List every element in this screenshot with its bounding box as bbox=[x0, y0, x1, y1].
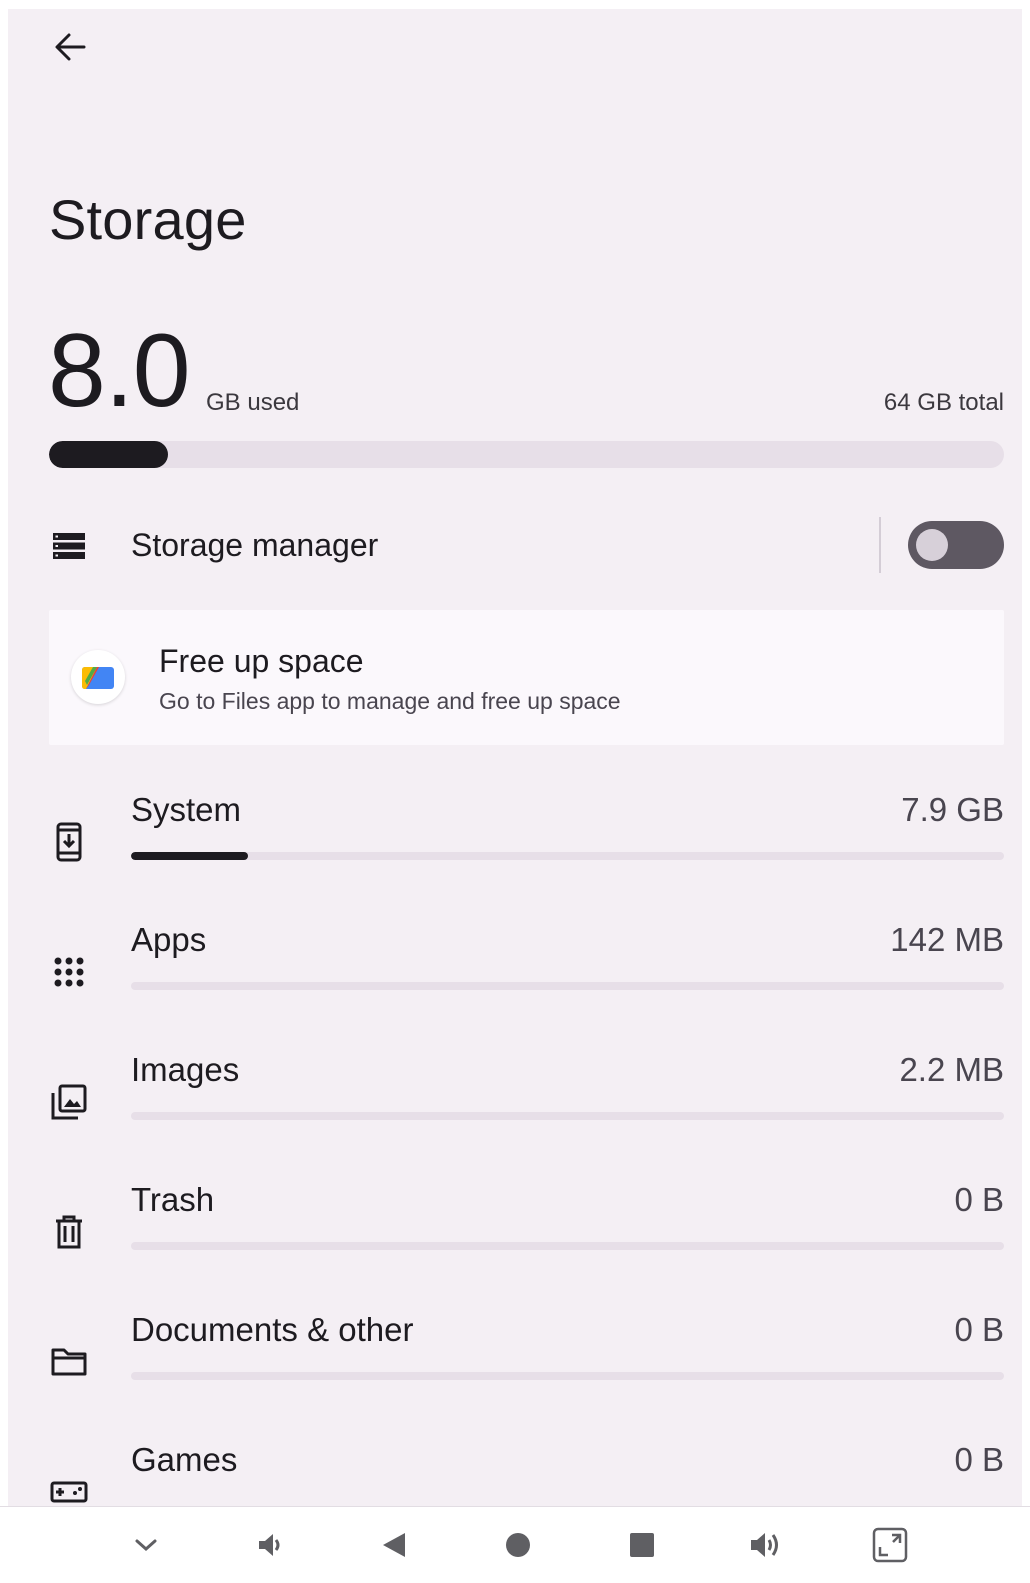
recents-square-icon bbox=[630, 1533, 654, 1557]
nav-recents-button[interactable] bbox=[620, 1523, 664, 1567]
page-title: Storage bbox=[49, 188, 247, 251]
divider bbox=[879, 517, 881, 573]
chevron-down-button[interactable] bbox=[124, 1523, 168, 1567]
category-usage-bar bbox=[131, 1372, 1004, 1380]
free-up-space-subtitle: Go to Files app to manage and free up sp… bbox=[159, 688, 621, 714]
category-usage-bar bbox=[131, 1112, 1004, 1120]
volume-down-icon bbox=[259, 1534, 280, 1556]
home-circle-icon bbox=[506, 1533, 530, 1557]
volume-up-button[interactable] bbox=[744, 1523, 788, 1567]
back-triangle-icon bbox=[383, 1533, 405, 1557]
category-row-trash[interactable]: Trash 0 B bbox=[8, 1171, 1022, 1301]
free-up-space-card[interactable]: Free up space Go to Files app to manage … bbox=[49, 610, 1004, 745]
category-size: 2.2 MB bbox=[899, 1051, 1004, 1088]
chevron-down-icon bbox=[135, 1539, 157, 1552]
category-label: Images bbox=[131, 1051, 240, 1088]
category-label: Trash bbox=[131, 1181, 215, 1218]
volume-up-icon bbox=[751, 1533, 778, 1557]
toggle-knob bbox=[916, 529, 948, 561]
arrow-back-icon bbox=[55, 33, 86, 61]
fullscreen-icon bbox=[872, 1527, 908, 1563]
category-usage-bar-fill bbox=[131, 852, 248, 860]
category-size: 0 B bbox=[954, 1441, 1004, 1478]
back-button[interactable] bbox=[48, 29, 92, 65]
storage-list-icon bbox=[46, 523, 92, 569]
system-navigation-bar bbox=[0, 1506, 1030, 1583]
gamepad-icon bbox=[46, 1469, 92, 1506]
total-usage-bar-fill bbox=[49, 441, 169, 468]
total-storage-label: 64 GB total bbox=[883, 389, 1004, 416]
category-label: Apps bbox=[131, 921, 207, 958]
apps-grid-icon bbox=[46, 949, 92, 995]
storage-manager-row[interactable]: Storage manager bbox=[8, 509, 1022, 585]
used-storage-unit: GB used bbox=[206, 389, 300, 416]
category-size: 0 B bbox=[954, 1181, 1004, 1218]
fullscreen-button[interactable] bbox=[868, 1523, 912, 1567]
nav-home-button[interactable] bbox=[496, 1523, 540, 1567]
category-size: 7.9 GB bbox=[901, 791, 1004, 828]
category-row-apps[interactable]: Apps 142 MB bbox=[8, 911, 1022, 1041]
total-usage-bar bbox=[49, 441, 1004, 468]
storage-manager-toggle[interactable] bbox=[908, 521, 1004, 569]
category-row-images[interactable]: Images 2.2 MB bbox=[8, 1041, 1022, 1171]
photo-library-icon bbox=[46, 1079, 92, 1125]
category-usage-bar bbox=[131, 1242, 1004, 1250]
settings-screen: Storage 8.0 GB used 64 GB total Storage … bbox=[8, 9, 1022, 1506]
volume-down-button[interactable] bbox=[248, 1523, 292, 1567]
category-row-system[interactable]: System 7.9 GB bbox=[8, 781, 1022, 911]
category-label: Games bbox=[131, 1441, 238, 1478]
system-update-icon bbox=[46, 819, 92, 865]
files-app-logo-icon bbox=[71, 650, 125, 704]
storage-manager-label: Storage manager bbox=[131, 527, 379, 563]
free-up-space-title: Free up space bbox=[159, 643, 364, 679]
folder-icon bbox=[46, 1339, 92, 1385]
trash-icon bbox=[46, 1209, 92, 1255]
category-size: 142 MB bbox=[890, 921, 1004, 958]
used-storage-value: 8.0 bbox=[48, 313, 191, 429]
category-row-games[interactable]: Games 0 B bbox=[8, 1431, 1022, 1506]
category-row-documents[interactable]: Documents & other 0 B bbox=[8, 1301, 1022, 1431]
category-size: 0 B bbox=[954, 1311, 1004, 1348]
category-usage-bar bbox=[131, 982, 1004, 990]
category-label: Documents & other bbox=[131, 1311, 414, 1348]
category-usage-bar bbox=[131, 852, 1004, 860]
category-label: System bbox=[131, 791, 242, 828]
nav-back-button[interactable] bbox=[372, 1523, 416, 1567]
